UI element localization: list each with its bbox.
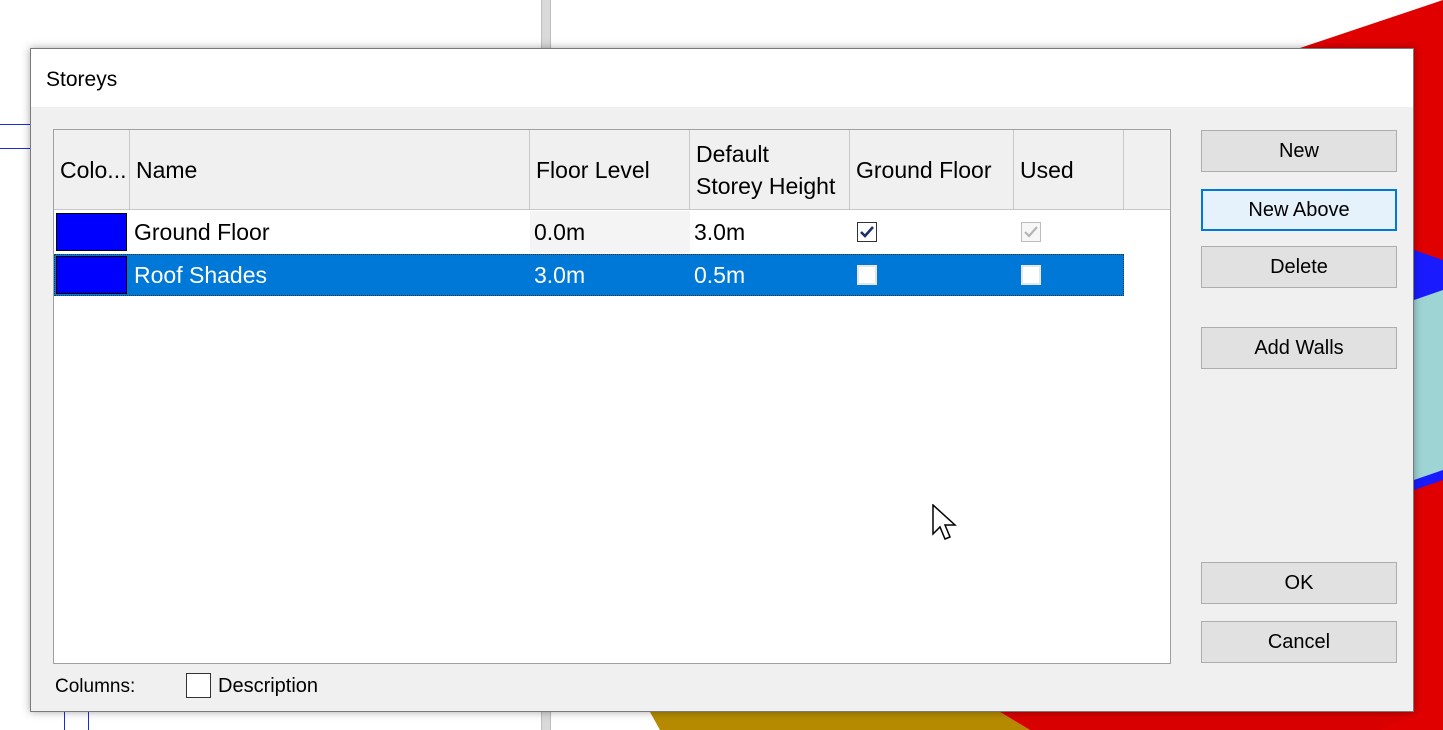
mouse-cursor-icon [932, 504, 957, 540]
new-above-button[interactable]: New Above [1201, 189, 1397, 231]
column-header-floor-level[interactable]: Floor Level [530, 130, 690, 209]
storeys-grid[interactable]: Colo... Name Floor Level Default Storey … [53, 129, 1171, 664]
cancel-button[interactable]: Cancel [1201, 621, 1397, 663]
column-header-name[interactable]: Name [130, 130, 530, 209]
column-header-used[interactable]: Used [1014, 130, 1124, 209]
table-row[interactable]: Roof Shades 3.0m 0.5m [54, 254, 1124, 296]
color-swatch[interactable] [56, 213, 127, 251]
column-header-color[interactable]: Colo... [54, 130, 130, 209]
check-icon [1024, 226, 1038, 238]
background-line [0, 148, 30, 149]
row-name[interactable]: Roof Shades [130, 254, 530, 296]
used-checkbox [1021, 222, 1041, 242]
storeys-dialog: Storeys Colo... Name Floor Level Default… [30, 48, 1414, 712]
column-header-default-storey-height[interactable]: Default Storey Height [690, 130, 850, 209]
dialog-title: Storeys [46, 68, 118, 91]
used-checkbox[interactable] [1021, 265, 1041, 285]
description-checkbox[interactable] [186, 673, 211, 698]
grid-header: Colo... Name Floor Level Default Storey … [54, 130, 1170, 210]
row-name[interactable]: Ground Floor [130, 211, 530, 253]
row-floor-level[interactable]: 0.0m [530, 211, 690, 253]
row-floor-level[interactable]: 3.0m [530, 254, 690, 296]
new-button[interactable]: New [1201, 130, 1397, 172]
background-line [64, 712, 65, 730]
ground-floor-checkbox[interactable] [857, 265, 877, 285]
check-icon [860, 226, 874, 238]
column-header-ground-floor[interactable]: Ground Floor [850, 130, 1014, 209]
row-default-storey-height[interactable]: 3.0m [690, 211, 850, 253]
add-walls-button[interactable]: Add Walls [1201, 327, 1397, 369]
ok-button[interactable]: OK [1201, 562, 1397, 604]
row-default-storey-height[interactable]: 0.5m [690, 254, 850, 296]
columns-label: Columns: [55, 676, 136, 697]
color-swatch[interactable] [56, 256, 127, 294]
delete-button[interactable]: Delete [1201, 246, 1397, 288]
background-line [0, 124, 30, 125]
description-checkbox-label[interactable]: Description [218, 675, 318, 698]
dialog-titlebar: Storeys [31, 49, 1413, 107]
table-row[interactable]: Ground Floor 0.0m 3.0m [54, 211, 1124, 253]
background-line [88, 712, 89, 730]
ground-floor-checkbox[interactable] [857, 222, 877, 242]
